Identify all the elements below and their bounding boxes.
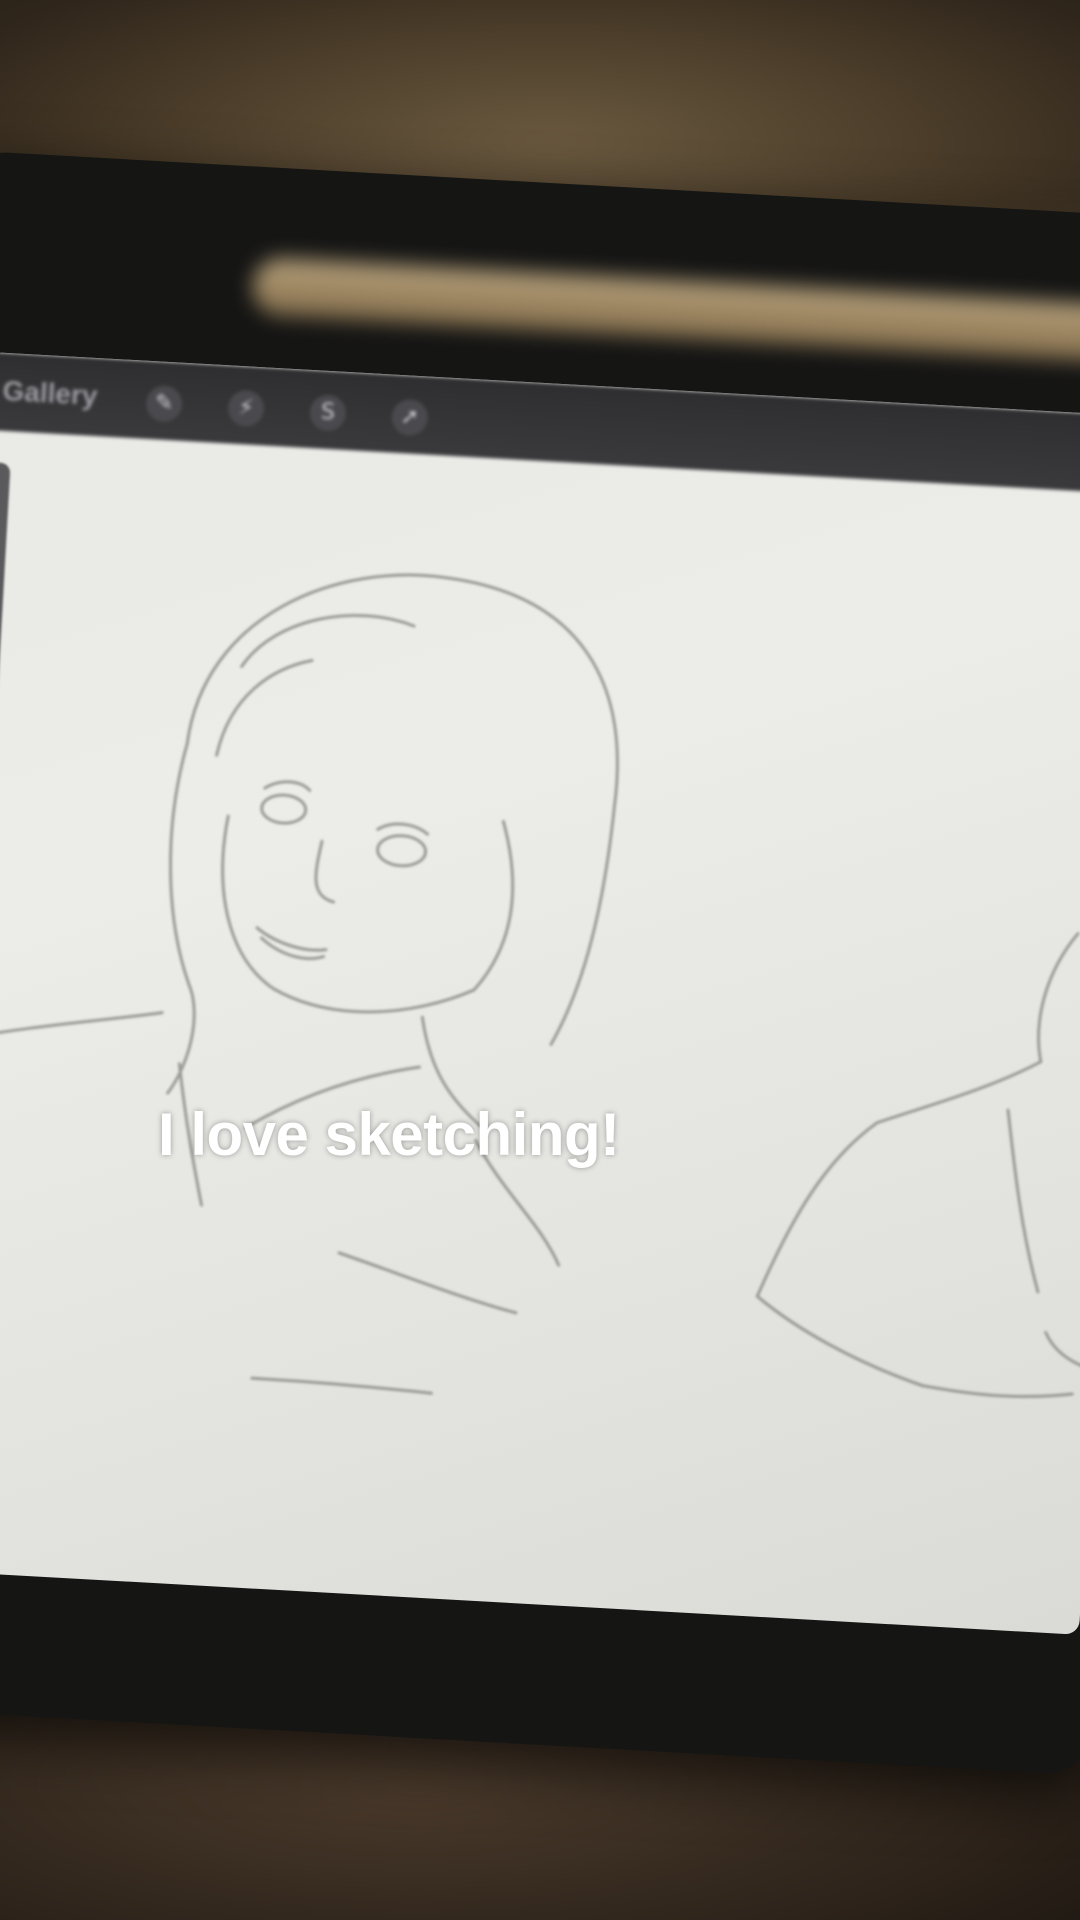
photo-scene: Gallery ✎ ⚡ S ➚ I love sketching! xyxy=(0,0,1080,1920)
sketch-second-figure xyxy=(1037,932,1080,1064)
sketch-face-outline xyxy=(221,814,476,1014)
video-caption: I love sketching! xyxy=(158,1101,620,1168)
sketch-eye-right xyxy=(376,834,428,868)
sketch-eye-left xyxy=(260,793,308,825)
tablet-device: Gallery ✎ ⚡ S ➚ xyxy=(0,150,1080,1776)
stylus-pencil xyxy=(251,256,1080,366)
sketch-hair-left xyxy=(166,742,196,1095)
pencil-sketch-canvas[interactable] xyxy=(0,352,1080,1635)
sketch-nose xyxy=(314,839,336,904)
sketch-hair-outline xyxy=(185,573,619,1046)
drawing-app-screen: Gallery ✎ ⚡ S ➚ xyxy=(0,351,1080,1635)
sketch-mouth xyxy=(255,926,328,952)
sketch-shoulder-left xyxy=(0,1011,164,1043)
